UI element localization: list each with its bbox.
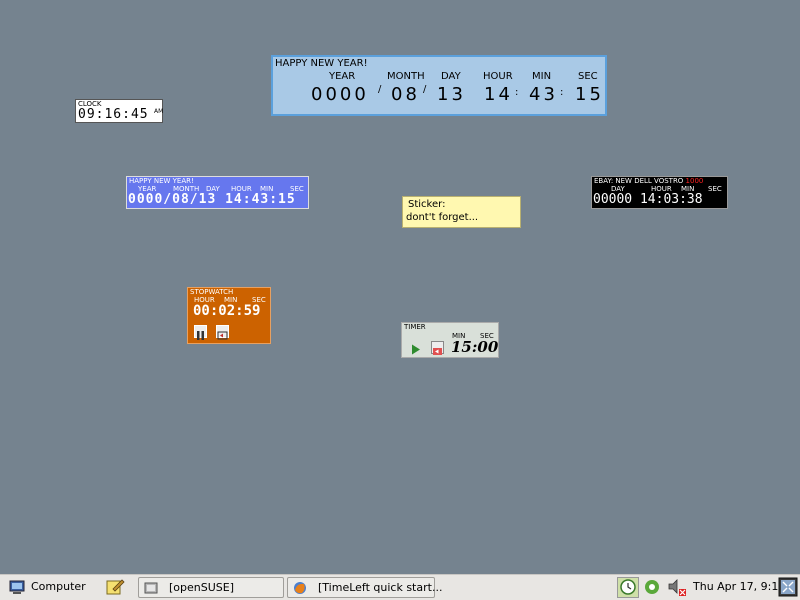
task-label: [openSUSE] bbox=[169, 581, 235, 594]
widget-title: HAPPY NEW YEAR! bbox=[129, 177, 194, 185]
value-sec: 15 bbox=[575, 84, 604, 105]
sticker-text: dont't forget... bbox=[406, 212, 479, 223]
date-separator: / bbox=[378, 84, 382, 95]
label-min: MIN bbox=[532, 71, 552, 82]
countdown-value: 00000 14:03:38 bbox=[593, 192, 703, 207]
stopwatch-value: 00:02:59 bbox=[193, 303, 261, 319]
ebay-countdown-widget[interactable]: EBAY: NEW DELL VOSTRO 1000 DAY HOUR MIN … bbox=[591, 176, 728, 209]
label-sec: SEC bbox=[708, 185, 722, 193]
value-hour: 14 bbox=[484, 84, 513, 105]
show-desktop-icon bbox=[778, 577, 798, 597]
sticker-title: Sticker: bbox=[408, 199, 446, 210]
task-button-opensuse[interactable]: [openSUSE] bbox=[138, 577, 284, 598]
folder-icon bbox=[144, 582, 158, 594]
timer-widget[interactable]: TIMER MIN SEC 15:00 bbox=[401, 322, 499, 358]
firefox-icon bbox=[294, 582, 306, 594]
widget-title: EBAY: NEW DELL VOSTRO 1000 bbox=[594, 177, 704, 185]
timeleft-tray-icon[interactable] bbox=[617, 577, 639, 598]
computer-icon bbox=[9, 580, 25, 594]
stopwatch-widget[interactable]: STOPWATCH HOUR MIN SEC 00:02:59 bbox=[187, 287, 271, 344]
pause-icon bbox=[197, 331, 204, 340]
value-min: 43 bbox=[529, 84, 558, 105]
panel-clock[interactable]: Thu Apr 17, 9:16 bbox=[693, 580, 785, 593]
reset-icon bbox=[217, 331, 228, 340]
computer-menu-button[interactable]: Computer bbox=[4, 577, 104, 598]
label-sec: SEC bbox=[578, 71, 598, 82]
value-day: 13 bbox=[437, 84, 466, 105]
label-year: YEAR bbox=[329, 71, 356, 82]
value-year: 0000 bbox=[311, 84, 369, 105]
label-day: DAY bbox=[441, 71, 461, 82]
bottom-panel: Computer [openSUSE] [TimeLeft quick star… bbox=[0, 574, 800, 600]
show-desktop-button[interactable] bbox=[777, 577, 799, 598]
task-label: [TimeLeft quick start... bbox=[318, 581, 443, 594]
task-button-timeleft[interactable]: [TimeLeft quick start... bbox=[287, 577, 442, 598]
speaker-muted-icon bbox=[668, 579, 686, 596]
label-month: MONTH bbox=[387, 71, 425, 82]
value-month: 08 bbox=[391, 84, 420, 105]
play-button[interactable] bbox=[409, 341, 422, 355]
countdown-value: 0000/08/13 14:43:15 bbox=[128, 192, 296, 207]
time-separator: : bbox=[560, 87, 564, 98]
widget-title: STOPWATCH bbox=[190, 288, 234, 296]
date-separator: / bbox=[423, 84, 427, 95]
notes-icon bbox=[106, 579, 125, 595]
reset-button[interactable] bbox=[431, 341, 444, 355]
reset-icon bbox=[433, 348, 442, 355]
computer-label: Computer bbox=[31, 580, 86, 593]
timer-value: 15:00 bbox=[451, 338, 499, 356]
play-icon bbox=[412, 344, 420, 355]
clock-time: 09:16:45 bbox=[78, 107, 149, 122]
updater-tray-icon[interactable] bbox=[641, 577, 663, 598]
volume-tray-icon[interactable] bbox=[665, 577, 689, 598]
reset-button[interactable] bbox=[216, 325, 229, 340]
widget-title: HAPPY NEW YEAR! bbox=[275, 58, 368, 69]
notes-launcher[interactable] bbox=[104, 577, 126, 598]
sticker-note[interactable]: Sticker: dont't forget... bbox=[402, 196, 521, 228]
opensuse-updater-icon bbox=[645, 580, 659, 594]
clock-ampm: AM bbox=[154, 108, 164, 115]
pause-button[interactable] bbox=[194, 325, 207, 340]
clock-icon bbox=[620, 579, 636, 595]
title-highlight: 1000 bbox=[685, 177, 704, 185]
time-separator: : bbox=[515, 87, 519, 98]
widget-title: TIMER bbox=[404, 323, 426, 331]
clock-widget[interactable]: CLOCK 09:16:45 AM bbox=[75, 99, 163, 123]
purple-countdown-widget[interactable]: HAPPY NEW YEAR! YEAR MONTH DAY HOUR MIN … bbox=[126, 176, 309, 209]
big-countdown-widget[interactable]: HAPPY NEW YEAR! YEAR MONTH DAY HOUR MIN … bbox=[271, 55, 607, 116]
label-hour: HOUR bbox=[483, 71, 513, 82]
